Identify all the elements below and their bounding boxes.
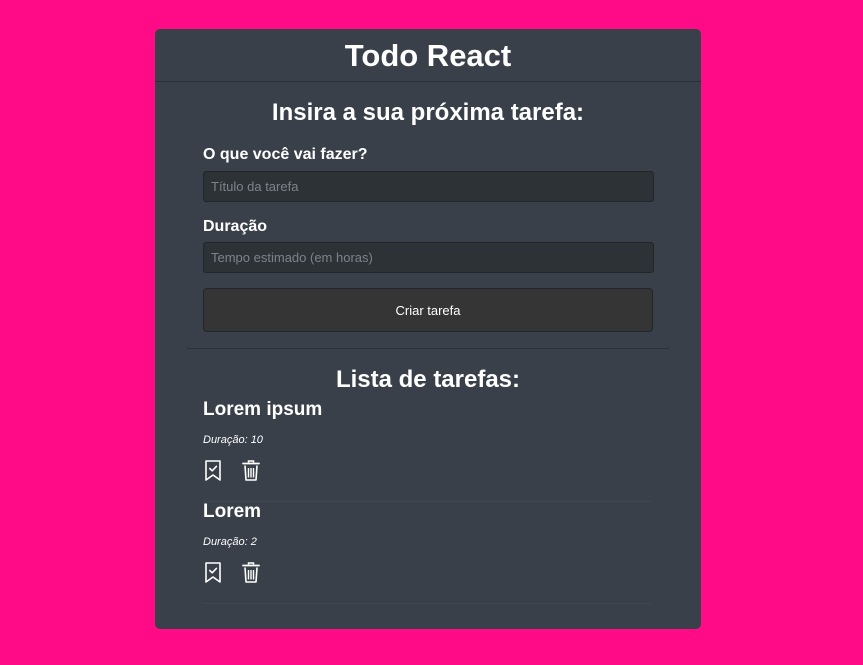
todo-card: Todo React Insira a sua próxima tarefa: … <box>155 29 701 629</box>
task-duration-input[interactable] <box>203 242 654 273</box>
task-duration: Duração: 2 <box>203 536 257 548</box>
task-item: Lorem ipsum Duração: 10 <box>203 399 651 502</box>
task-duration: Duração: 10 <box>203 434 263 446</box>
bookmark-check-icon[interactable] <box>203 561 225 585</box>
trash-icon[interactable] <box>241 561 263 585</box>
form-heading: Insira a sua próxima tarefa: <box>271 99 585 126</box>
app-title: Todo React <box>344 38 512 73</box>
task-item: Lorem Duração: 2 <box>203 501 651 604</box>
task-list-heading: Lista de tarefas: <box>335 366 521 393</box>
create-task-button[interactable]: Criar tarefa <box>203 288 653 332</box>
task-title-input[interactable] <box>203 171 654 202</box>
app-header: Todo React <box>155 29 701 82</box>
task-title: Lorem <box>203 501 262 522</box>
task-title: Lorem ipsum <box>203 399 323 420</box>
section-divider <box>187 348 669 349</box>
task-duration-label: Duração <box>203 218 268 235</box>
trash-icon[interactable] <box>241 459 263 483</box>
bookmark-check-icon[interactable] <box>203 459 225 483</box>
task-title-label: O que você vai fazer? <box>203 146 368 163</box>
